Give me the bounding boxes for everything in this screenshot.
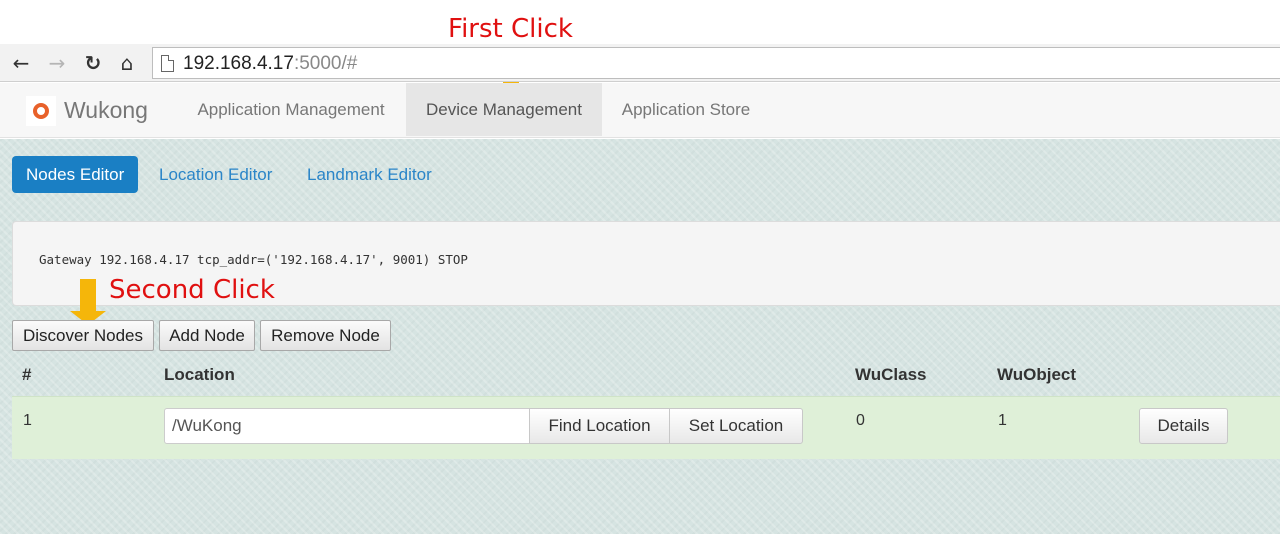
wukong-logo-icon	[26, 95, 56, 126]
wuobject-count: 1	[998, 412, 1007, 429]
column-header-number: #	[22, 365, 32, 384]
main-content: Nodes Editor Location Editor Landmark Ed…	[0, 139, 1280, 534]
node-id: 1	[23, 412, 32, 429]
back-arrow-icon[interactable]: ←	[8, 50, 34, 76]
tab-nodes-editor[interactable]: Nodes Editor	[12, 156, 139, 193]
address-bar[interactable]: 192.168.4.17:5000/#	[152, 47, 1280, 79]
reload-icon[interactable]: ↻	[80, 50, 106, 76]
brand[interactable]: Wukong	[26, 83, 148, 138]
app-navbar: Wukong Application Management Device Man…	[0, 83, 1280, 138]
home-icon[interactable]: ⌂	[114, 50, 140, 76]
column-header-wuobject: WuObject	[997, 365, 1077, 384]
brand-name: Wukong	[64, 97, 148, 123]
nav-application-management[interactable]: Application Management	[180, 83, 402, 136]
location-input[interactable]: /WuKong	[164, 408, 530, 444]
nav-application-store[interactable]: Application Store	[604, 83, 768, 136]
page-icon	[161, 55, 174, 72]
find-location-button[interactable]: Find Location	[529, 408, 670, 444]
nav-device-management[interactable]: Device Management	[406, 83, 602, 136]
discover-nodes-button[interactable]: Discover Nodes	[12, 320, 154, 351]
column-header-wuclass: WuClass	[855, 365, 927, 384]
tab-location-editor[interactable]: Location Editor	[145, 156, 286, 193]
gateway-status-text: Gateway 192.168.4.17 tcp_addr=('192.168.…	[39, 252, 468, 267]
add-node-button[interactable]: Add Node	[159, 320, 255, 351]
table-row: 1 /WuKong Find Location Set Location 0 1…	[12, 396, 1280, 459]
remove-node-button[interactable]: Remove Node	[260, 320, 391, 351]
set-location-button[interactable]: Set Location	[669, 408, 803, 444]
tab-landmark-editor[interactable]: Landmark Editor	[293, 156, 446, 193]
url-text: 192.168.4.17:5000/#	[183, 53, 357, 75]
wuclass-count: 0	[856, 412, 865, 429]
url-path: :5000/#	[293, 53, 358, 74]
url-host: 192.168.4.17	[183, 53, 294, 74]
browser-toolbar: ← → ↻ ⌂ 192.168.4.17:5000/#	[0, 44, 1280, 82]
first-click-annotation: First Click	[448, 14, 573, 44]
forward-arrow-icon[interactable]: →	[44, 50, 70, 76]
column-header-location: Location	[164, 365, 235, 384]
details-button[interactable]: Details	[1139, 408, 1228, 444]
second-click-annotation: Second Click	[109, 275, 275, 305]
